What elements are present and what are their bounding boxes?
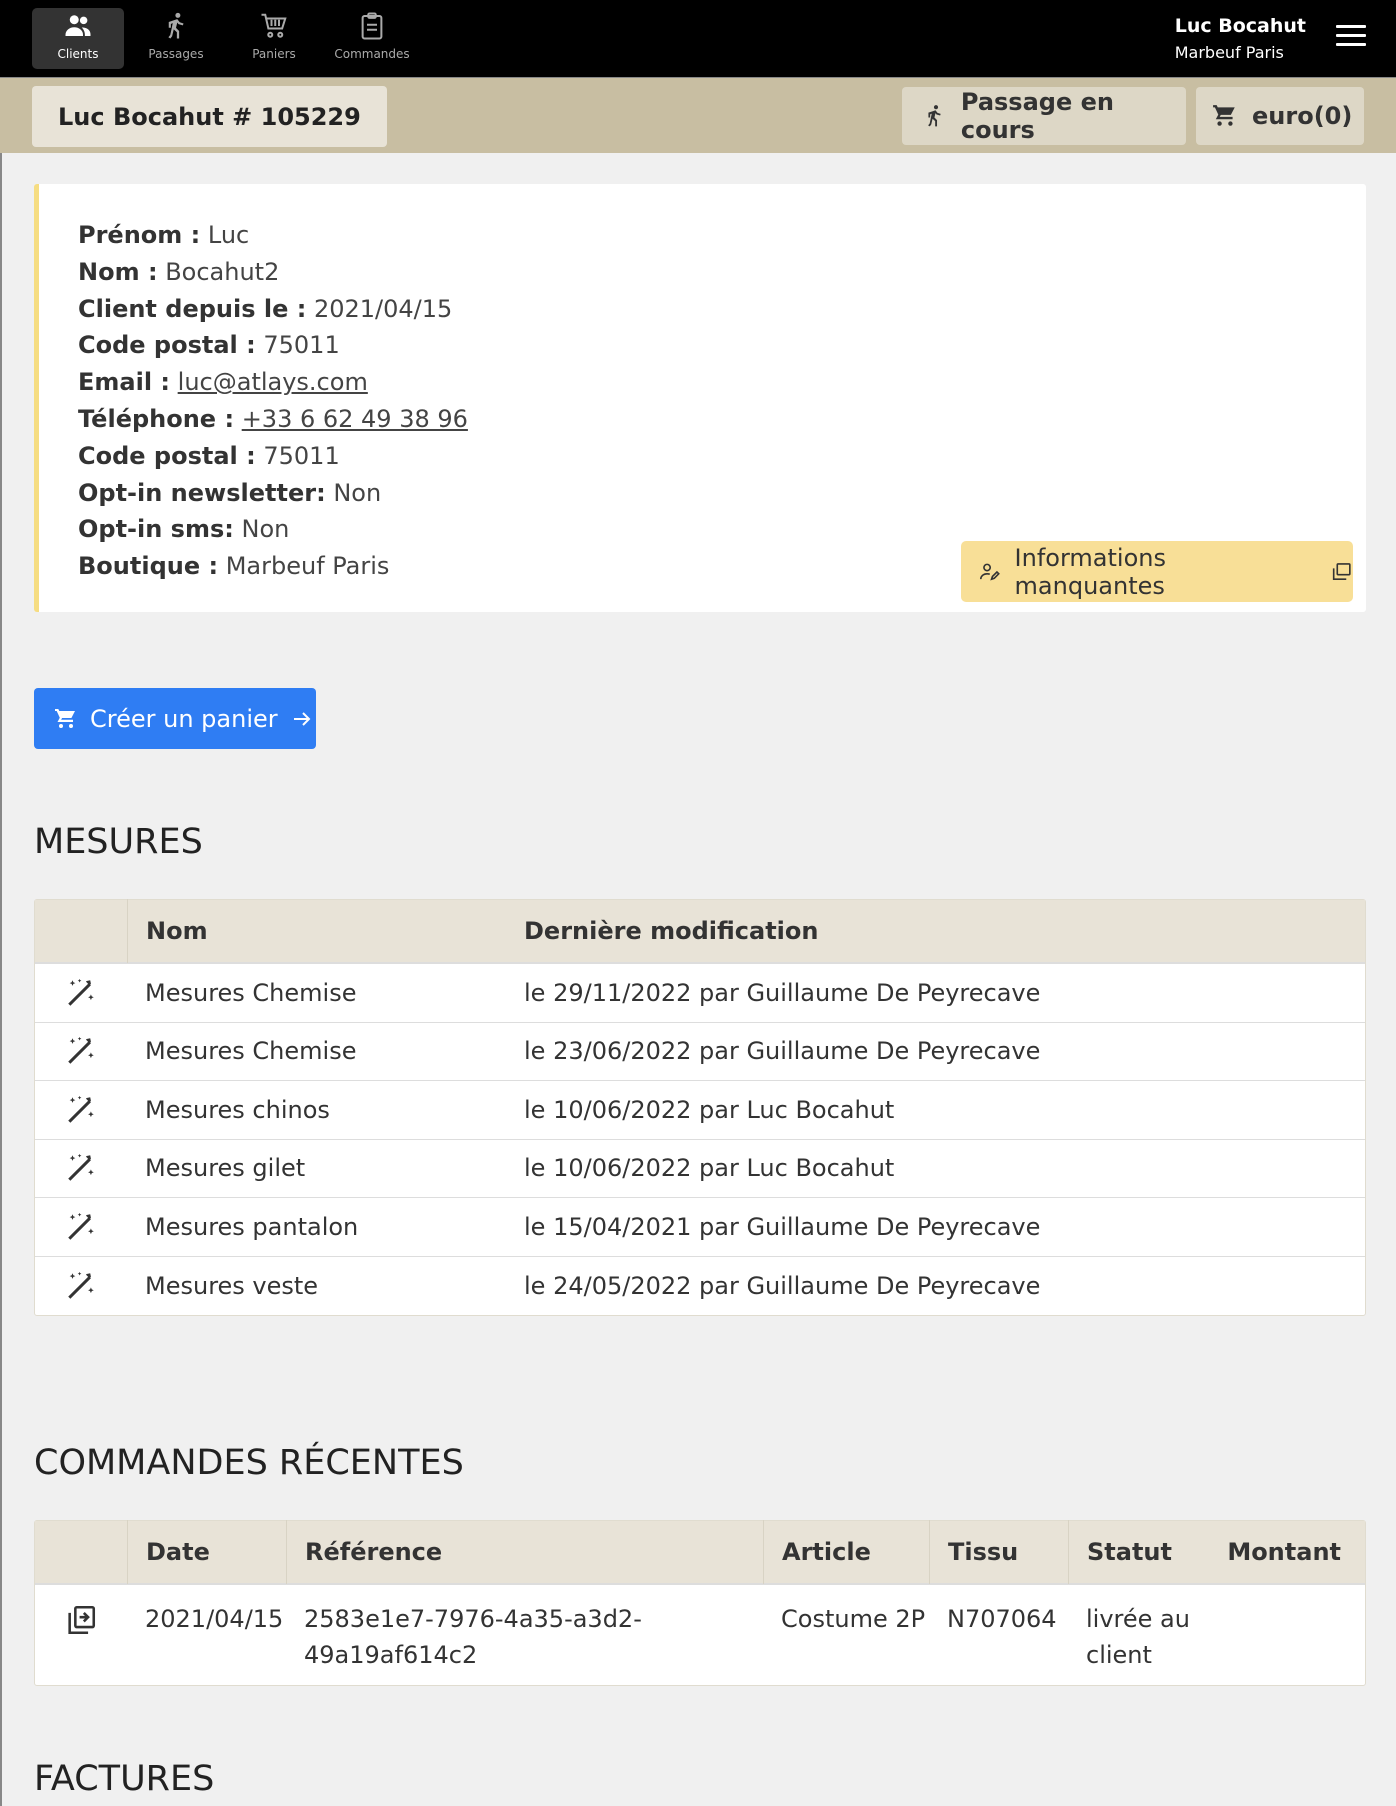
info-nom: Nom : Bocahut2 <box>78 257 280 286</box>
clipboard-icon <box>361 12 383 40</box>
header-article: Article <box>763 1520 929 1584</box>
edit-measure-icon[interactable] <box>35 1034 127 1068</box>
header-nom: Nom <box>127 899 524 963</box>
arrow-right-icon <box>293 711 311 726</box>
order-article: Costume 2P <box>781 1605 926 1633</box>
measure-name: Mesures gilet <box>145 1154 306 1183</box>
commandes-title: COMMANDES RÉCENTES <box>34 1443 464 1483</box>
table-row[interactable]: Mesures Chemise le 29/11/2022 par Guillau… <box>35 964 1365 1023</box>
header-date: Date <box>127 1520 286 1584</box>
info-email: Email : luc@atlays.com <box>78 368 368 397</box>
order-statut: livrée au client <box>1086 1605 1190 1669</box>
mesures-table: Nom Dernière modification Mesures Chemis… <box>34 899 1366 1316</box>
measure-name: Mesures chinos <box>145 1095 330 1124</box>
info-prenom: Prénom : Luc <box>78 221 250 249</box>
table-row[interactable]: Mesures veste le 24/05/2022 par Guillaume… <box>35 1257 1365 1316</box>
info-postal-code: Code postal : 75011 <box>78 331 340 360</box>
people-icon <box>65 15 91 36</box>
user-shop: Marbeuf Paris <box>1174 43 1284 62</box>
walking-icon <box>928 105 941 127</box>
table-header: Date Référence Article Tissu Statut Mont… <box>35 1520 1365 1585</box>
measure-name: Mesures veste <box>145 1271 319 1300</box>
header-ref: Référence <box>286 1520 763 1584</box>
info-phone: Téléphone : +33 6 62 49 38 96 <box>78 404 468 433</box>
passage-button[interactable]: Passage en cours <box>902 87 1186 145</box>
edit-measure-icon[interactable] <box>35 1269 127 1303</box>
duplicate-order-icon[interactable] <box>35 1601 127 1637</box>
edit-measure-icon[interactable] <box>35 976 127 1010</box>
order-ref: 2583e1e7-7976-4a35-a3d2-49a19af614c2 <box>304 1605 642 1669</box>
table-row[interactable]: Mesures chinos le 10/06/2022 par Luc Boca… <box>35 1081 1365 1140</box>
missing-info-label: Informations manquantes <box>1014 543 1166 600</box>
table-row[interactable]: Mesures pantalon le 15/04/2021 par Guilla… <box>35 1198 1365 1257</box>
measure-name: Mesures Chemise <box>145 1037 357 1066</box>
measure-modified: le 29/11/2022 par Guillaume De Peyrecave <box>524 978 1041 1007</box>
cart-icon <box>261 13 287 38</box>
mesures-title: MESURES <box>34 822 203 862</box>
user-info[interactable]: Luc Bocahut Marbeuf Paris <box>1175 15 1306 62</box>
table-header: Nom Dernière modification <box>35 899 1365 964</box>
user-name: Luc Bocahut <box>1174 15 1306 37</box>
nav-clients[interactable]: Clients <box>32 8 124 69</box>
header-statut: Statut <box>1068 1520 1218 1584</box>
nav-passages[interactable]: Passages <box>130 8 222 69</box>
cart-icon <box>1213 105 1235 126</box>
email-link[interactable]: luc@atlays.com <box>178 368 368 396</box>
nav-paniers[interactable]: Paniers <box>228 8 320 69</box>
measure-modified: le 10/06/2022 par Luc Bocahut <box>524 1154 895 1183</box>
walking-icon <box>168 12 184 39</box>
nav-label: Passages <box>148 47 204 61</box>
phone-link[interactable]: +33 6 62 49 38 96 <box>242 405 468 433</box>
menu-icon[interactable] <box>1336 25 1366 49</box>
nav-commandes[interactable]: Commandes <box>326 8 418 69</box>
info-client-since: Client depuis le : 2021/04/15 <box>78 294 453 323</box>
passage-label: Passage en cours <box>960 88 1114 144</box>
user-edit-icon <box>979 563 1000 580</box>
edit-measure-icon[interactable] <box>35 1210 127 1244</box>
header-modified: Dernière modification <box>524 917 819 945</box>
order-date: 2021/04/15 <box>145 1605 284 1633</box>
table-row[interactable]: 2021/04/15 2583e1e7-7976-4a35-a3d2-49a19a… <box>35 1585 1365 1685</box>
measure-name: Mesures pantalon <box>145 1212 359 1241</box>
cart-button[interactable]: euro(0) <box>1196 87 1364 145</box>
cart-icon <box>55 708 75 728</box>
info-optin-newsletter: Opt-in newsletter: Non <box>78 478 382 507</box>
order-tissu: N707064 <box>947 1605 1057 1633</box>
missing-info-button[interactable]: Informations manquantes <box>961 541 1353 602</box>
nav-label: Clients <box>57 47 99 61</box>
nav-label: Paniers <box>252 47 296 61</box>
table-row[interactable]: Mesures Chemise le 23/06/2022 par Guillau… <box>35 1023 1365 1081</box>
create-cart-button[interactable]: Créer un panier <box>34 688 316 749</box>
open-in-new-icon <box>1333 562 1352 580</box>
measure-modified: le 24/05/2022 par Guillaume De Peyrecave <box>524 1271 1041 1300</box>
create-cart-label: Créer un panier <box>90 704 278 733</box>
measure-modified: le 10/06/2022 par Luc Bocahut <box>524 1095 895 1124</box>
edit-measure-icon[interactable] <box>35 1093 127 1127</box>
top-navigation: Clients Passages Paniers Commandes Luc B… <box>0 0 1396 77</box>
client-subheader: Luc Bocahut # 105229 Passage en cours eu… <box>0 77 1396 153</box>
client-title[interactable]: Luc Bocahut # 105229 <box>32 86 387 147</box>
edit-measure-icon[interactable] <box>35 1151 127 1185</box>
measure-name: Mesures Chemise <box>145 978 357 1007</box>
commandes-table: Date Référence Article Tissu Statut Mont… <box>34 1520 1366 1686</box>
main-content: Prénom : Luc Nom : Bocahut2 Client depui… <box>0 153 1396 1806</box>
cart-label: euro(0) <box>1252 102 1353 130</box>
table-row[interactable]: Mesures gilet le 10/06/2022 par Luc Bocah… <box>35 1140 1365 1198</box>
info-postal-code-2: Code postal : 75011 <box>78 441 340 470</box>
header-montant: Montant <box>1227 1538 1341 1566</box>
nav-label: Commandes <box>334 47 410 61</box>
client-info-card: Prénom : Luc Nom : Bocahut2 Client depui… <box>34 184 1366 612</box>
measure-modified: le 15/04/2021 par Guillaume De Peyrecave <box>524 1212 1041 1241</box>
factures-title: FACTURES <box>34 1759 215 1799</box>
header-tissu: Tissu <box>929 1520 1068 1584</box>
measure-modified: le 23/06/2022 par Guillaume De Peyrecave <box>524 1037 1041 1066</box>
